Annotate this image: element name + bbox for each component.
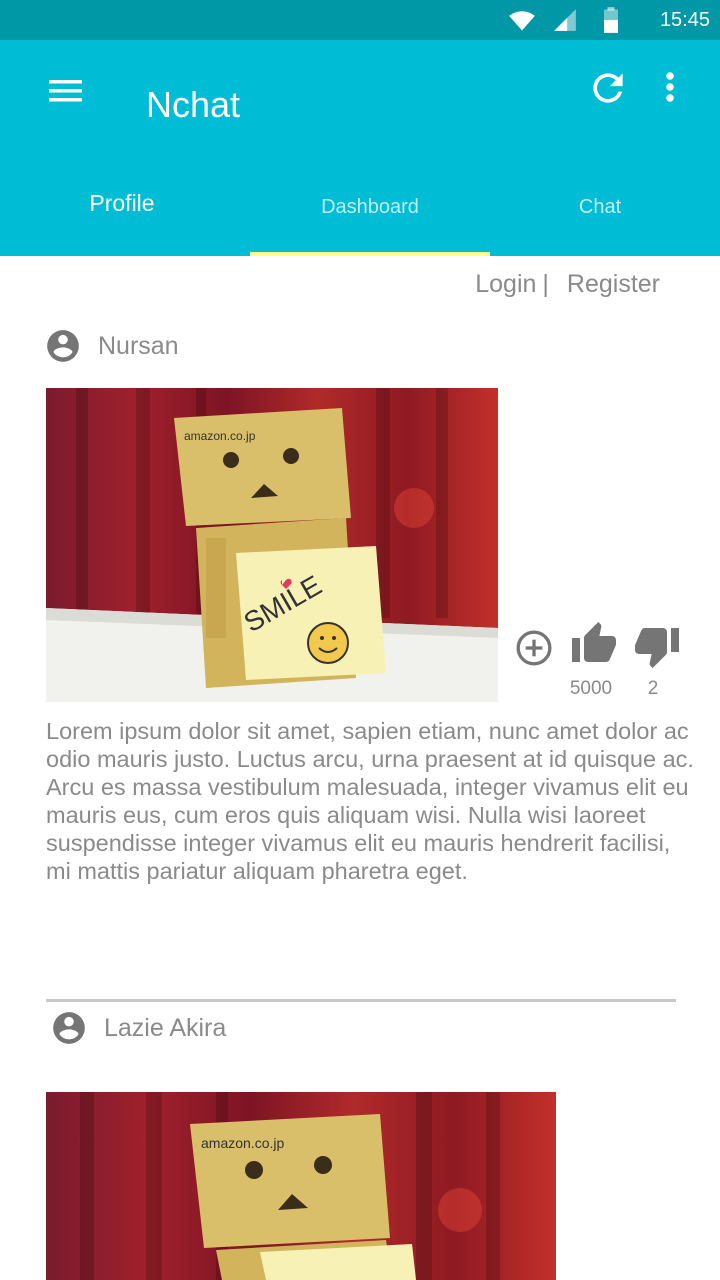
auth-separator: | xyxy=(542,270,549,298)
tab-label: Profile xyxy=(89,190,155,216)
author-name: Nursan xyxy=(98,331,179,360)
app-bar: Nchat Profile Dashboard Chat xyxy=(0,40,720,256)
tab-profile[interactable]: Profile xyxy=(22,180,222,256)
like-count: 5000 xyxy=(569,678,613,699)
dislike-count: 2 xyxy=(647,678,659,699)
post-image[interactable]: amazon.co.jp SMILE xyxy=(46,388,498,702)
thumbs-up-icon[interactable] xyxy=(570,620,618,673)
post-divider xyxy=(46,999,676,1002)
status-time: 15:45 xyxy=(659,9,710,31)
author-name: Lazie Akira xyxy=(104,1013,227,1042)
tab-bar: Profile Dashboard Chat xyxy=(0,180,720,256)
status-bar: 15:45 xyxy=(0,0,720,40)
login-link[interactable]: Login xyxy=(475,270,536,298)
thumbs-down-icon[interactable] xyxy=(633,622,681,675)
tab-chat[interactable]: Chat xyxy=(490,180,710,256)
hamburger-menu-icon[interactable] xyxy=(44,70,88,114)
more-vertical-icon[interactable] xyxy=(650,66,690,110)
add-circle-icon[interactable] xyxy=(514,628,554,673)
wifi-icon xyxy=(508,6,536,39)
tab-label: Dashboard xyxy=(321,196,419,218)
post-image[interactable]: amazon.co.jp xyxy=(46,1092,556,1280)
register-link[interactable]: Register xyxy=(567,270,660,298)
refresh-icon[interactable] xyxy=(586,66,630,110)
signal-icon xyxy=(552,6,578,39)
auth-links: Login | Register xyxy=(475,270,660,299)
account-circle-icon[interactable] xyxy=(44,327,82,365)
battery-icon xyxy=(600,6,622,39)
image-box-text: amazon.co.jp xyxy=(184,429,256,443)
post-author: Nursan xyxy=(44,327,179,365)
image-box-text: amazon.co.jp xyxy=(201,1135,284,1151)
tab-indicator xyxy=(250,252,490,256)
post-body: Lorem ipsum dolor sit amet, sapien etiam… xyxy=(46,718,694,884)
tab-dashboard[interactable]: Dashboard xyxy=(250,180,490,256)
tab-label: Chat xyxy=(578,196,622,218)
post-author: Lazie Akira xyxy=(50,1009,226,1047)
app-title: Nchat xyxy=(146,84,241,125)
account-circle-icon[interactable] xyxy=(50,1009,88,1047)
